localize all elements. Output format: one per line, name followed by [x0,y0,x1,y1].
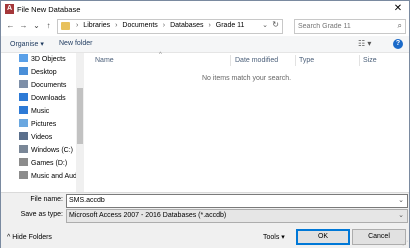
view-options-icon[interactable]: ☷ ▾ [358,39,371,48]
breadcrumb-grade-11[interactable]: Grade 11 [216,22,245,29]
nav-pane-scrollbar[interactable] [76,53,84,192]
nav-item-music[interactable]: Music [19,106,79,118]
file-name-label: File name: [30,196,63,203]
save-as-type-select[interactable]: Microsoft Access 2007 - 2016 Databases (… [66,209,408,223]
breadcrumb-documents[interactable]: Documents [122,22,157,29]
close-button[interactable]: ✕ [391,2,405,16]
nav-item-label: Pictures [31,121,57,128]
documents-icon [19,80,28,88]
up-arrow-icon[interactable]: ↑ [43,20,54,32]
refresh-icon[interactable]: ↻ [272,20,279,29]
downloads-icon [19,93,28,101]
breadcrumb-databases[interactable]: Databases [170,22,203,29]
drive-icon [19,171,28,179]
save-as-type-label: Save as type: [20,211,63,218]
navigation-pane: 3D Objects Desktop Documents Downloads M… [1,53,84,192]
help-icon[interactable]: ? [393,39,403,49]
breadcrumb-separator: › [115,22,118,29]
pictures-icon [19,119,28,127]
nav-item-label: Downloads [31,95,66,102]
empty-list-message: No items match your search. [201,75,292,82]
address-bar[interactable]: › Libraries › Documents › Databases › Gr… [57,19,283,34]
save-as-type-value: Microsoft Access 2007 - 2016 Databases (… [69,212,227,219]
tools-dropdown-icon: ▾ [281,234,285,241]
desktop-icon [19,67,28,75]
file-name-input[interactable] [67,195,389,205]
breadcrumb-separator: › [76,22,79,29]
sort-indicator-icon: ^ [159,52,162,58]
save-as-type-dropdown-icon[interactable]: ⌄ [398,211,404,219]
folder-icon [61,22,70,30]
scrollbar-thumb[interactable] [77,88,83,144]
drive-icon [19,158,28,166]
nav-item-label: Games (D:) [31,160,68,167]
hide-folders-label: Hide Folders [12,234,52,241]
chevron-up-icon: ^ [7,234,11,241]
music-icon [19,106,28,114]
nav-item-label: Videos [31,134,53,141]
back-arrow-icon[interactable]: ← [5,20,16,32]
nav-item-games-d[interactable]: Games (D:) [19,158,79,170]
recent-locations-chevron-icon[interactable]: ⌄ [31,20,42,32]
file-list: ^ Name Date modified Type Size No items … [85,52,408,192]
nav-item-videos[interactable]: Videos [19,132,79,144]
column-header-name[interactable]: Name [95,57,114,64]
file-dialog-window: A File New Database ✕ ← → ⌄ ↑ › Librarie… [0,0,410,248]
navigation-bar: ← → ⌄ ↑ › Libraries › Documents › Databa… [1,18,409,35]
title-bar: A File New Database ✕ [1,1,409,18]
nav-item-label: Desktop [31,69,57,76]
column-divider[interactable] [230,55,231,66]
address-dropdown-icon[interactable]: ⌄ [262,21,268,29]
forward-arrow-icon[interactable]: → [18,20,29,32]
window-title: File New Database [17,5,81,14]
drive-icon [19,145,28,153]
nav-item-pictures[interactable]: Pictures [19,119,79,131]
nav-item-label: Windows (C:) [31,147,74,154]
search-input[interactable] [298,21,388,31]
nav-item-windows-c[interactable]: Windows (C:) [19,145,79,157]
hide-folders-button[interactable]: ^ Hide Folders [7,234,52,241]
file-name-field[interactable]: ⌄ [66,194,408,208]
nav-item-label: Music [31,108,50,115]
file-name-dropdown-icon[interactable]: ⌄ [398,196,404,204]
organise-button[interactable]: Organise ▾ [10,40,44,48]
tools-label: Tools [263,234,280,241]
breadcrumb-separator: › [208,22,211,29]
search-box[interactable]: ⌕ [294,19,406,34]
column-header-type[interactable]: Type [299,57,314,64]
column-divider[interactable] [295,55,296,66]
access-app-icon: A [5,4,14,14]
command-toolbar: Organise ▾ New folder ☷ ▾ ? [1,36,409,53]
column-divider[interactable] [359,55,360,66]
resize-grip-icon[interactable]: ⋰ [402,240,408,247]
breadcrumb: › Libraries › Documents › Databases › Gr… [76,22,247,29]
nav-item-label: Documents [31,82,67,89]
cube-icon [19,54,28,62]
ok-button[interactable]: OK [296,229,350,245]
new-folder-button[interactable]: New folder [59,40,92,47]
breadcrumb-libraries[interactable]: Libraries [83,22,110,29]
nav-item-label: Music and Aud [31,173,77,180]
breadcrumb-separator: › [162,22,166,29]
nav-item-music-and-audio[interactable]: Music and Aud [19,171,79,183]
column-header-size[interactable]: Size [363,57,377,64]
nav-item-label: 3D Objects [31,56,66,63]
nav-item-documents[interactable]: Documents [19,80,79,92]
column-header-date-modified[interactable]: Date modified [235,57,278,64]
cancel-button[interactable]: Cancel [352,229,406,245]
search-icon[interactable]: ⌕ [398,21,402,31]
nav-item-desktop[interactable]: Desktop [19,67,79,79]
nav-item-downloads[interactable]: Downloads [19,93,79,105]
save-form: File name: ⌄ Save as type: Microsoft Acc… [1,192,409,248]
nav-item-3d-objects[interactable]: 3D Objects [19,54,79,66]
videos-icon [19,132,28,140]
tools-button[interactable]: Tools ▾ [263,233,285,241]
